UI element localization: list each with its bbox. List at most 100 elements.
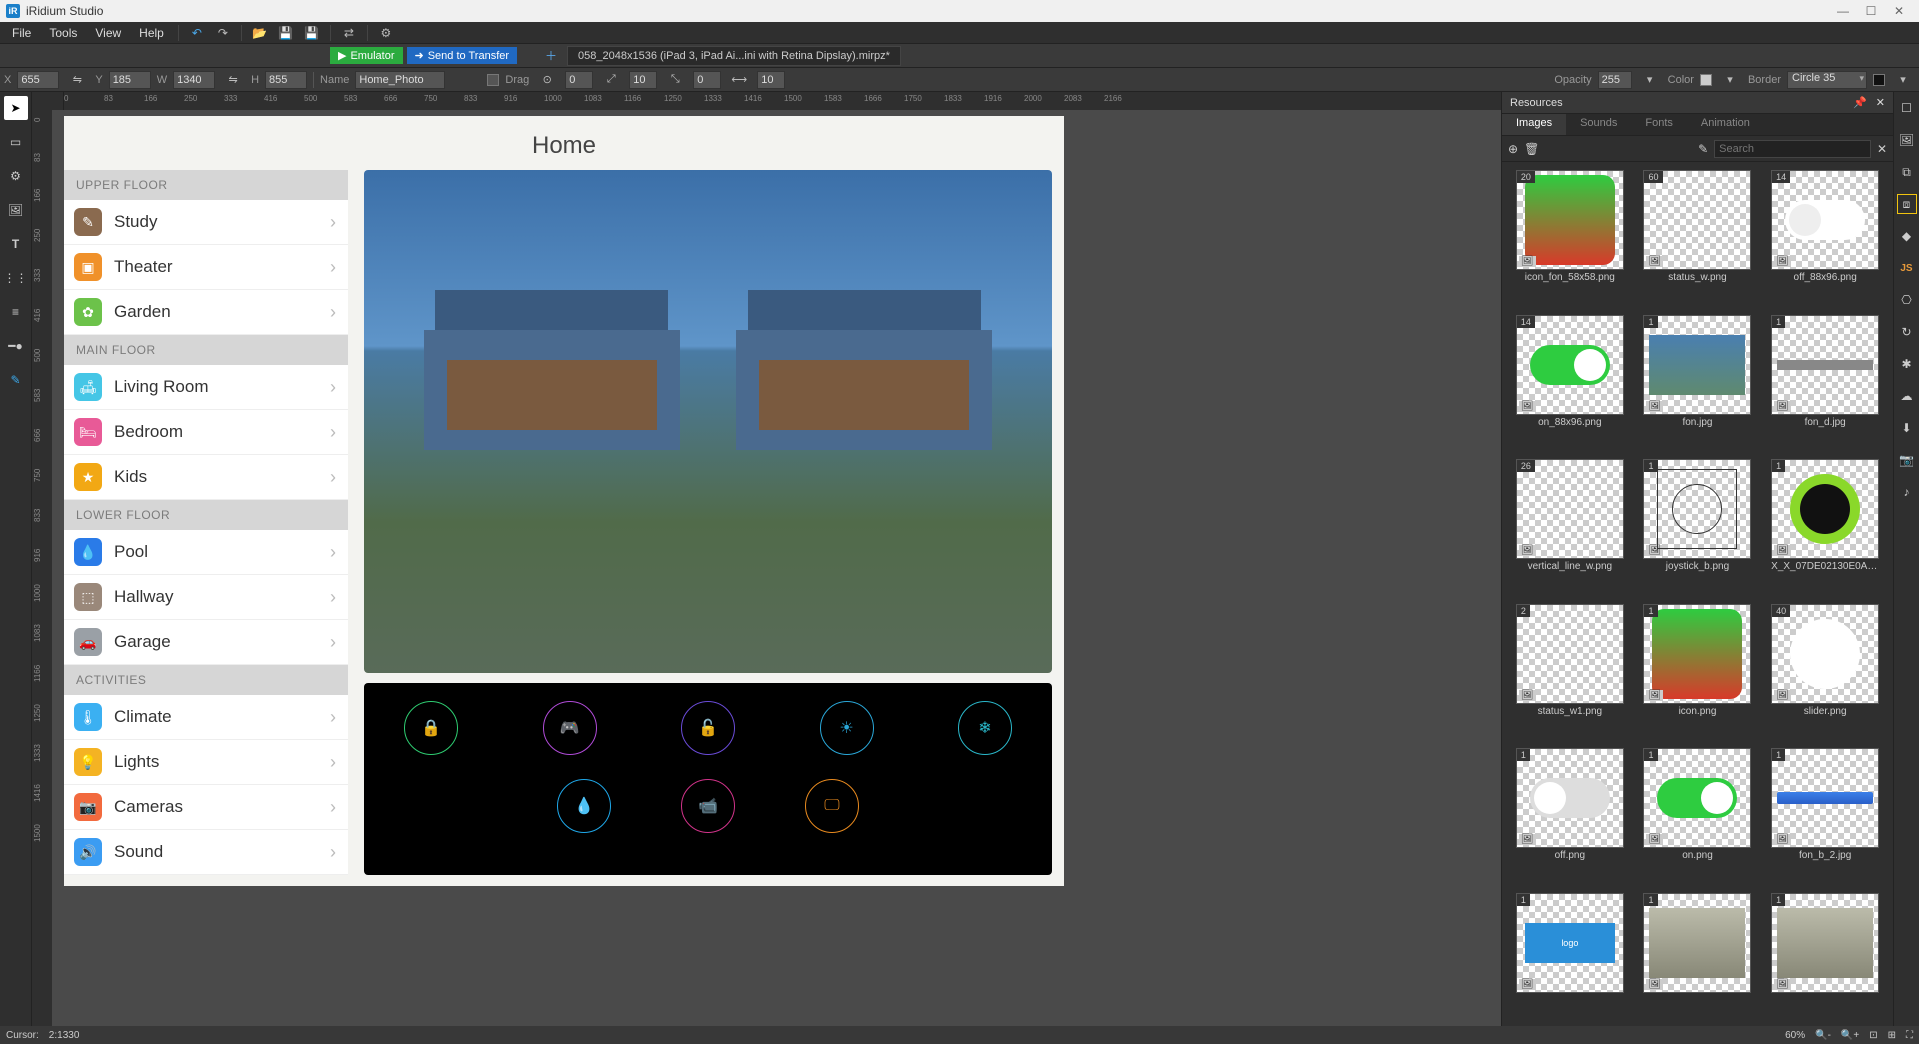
resource-thumbnail[interactable]: 2🖼	[1516, 604, 1624, 704]
resource-item[interactable]: 1🖼logo	[1510, 893, 1630, 1019]
rect-tool[interactable]: ▭	[4, 130, 28, 154]
layers-icon[interactable]: ⧉	[1897, 162, 1917, 182]
resource-item[interactable]: 1🖼off.png	[1510, 748, 1630, 885]
menu-item[interactable]: 📷Cameras	[64, 785, 348, 830]
settings-icon[interactable]: ⚙	[374, 22, 398, 44]
grid-tool[interactable]: ⋮⋮	[4, 266, 28, 290]
menu-item[interactable]: 🚗Garage	[64, 620, 348, 665]
zoom-in-icon[interactable]: 🔍+	[1841, 1030, 1859, 1041]
opacity-dropdown-icon[interactable]: ▾	[1638, 69, 1662, 91]
menu-view[interactable]: View	[87, 23, 129, 43]
resource-item[interactable]: 1🖼	[1765, 893, 1885, 1019]
resource-thumbnail[interactable]: 1🖼	[1643, 315, 1751, 415]
delete-resource-icon[interactable]: 🗑	[1524, 142, 1539, 156]
resource-item[interactable]: 20🖼icon_fon_58x58.png	[1510, 170, 1630, 307]
resource-thumbnail[interactable]: 1🖼	[1771, 748, 1879, 848]
menu-item[interactable]: 💧Pool	[64, 530, 348, 575]
shortcut-circle[interactable]: 📹	[681, 779, 735, 833]
resource-thumbnail[interactable]: 1🖼	[1643, 893, 1751, 993]
resource-thumbnail[interactable]: 1🖼	[1516, 748, 1624, 848]
opacity-input[interactable]	[1598, 71, 1632, 89]
drag-y-input[interactable]	[693, 71, 721, 89]
prop-x-input[interactable]	[17, 71, 59, 89]
fit-icon[interactable]: ⊡	[1869, 1030, 1877, 1041]
prop-w-input[interactable]	[173, 71, 215, 89]
prop-h-input[interactable]	[265, 71, 307, 89]
resource-item[interactable]: 14🖼off_88x96.png	[1765, 170, 1885, 307]
border-color-swatch[interactable]	[1873, 74, 1885, 86]
panel-pin-icon[interactable]: 📌	[1853, 97, 1867, 109]
send-to-transfer-button[interactable]: ➜ Send to Transfer	[407, 47, 518, 64]
music-icon[interactable]: ♪	[1897, 482, 1917, 502]
resource-thumbnail[interactable]: 1🖼	[1643, 459, 1751, 559]
resource-thumbnail[interactable]: 14🖼	[1516, 315, 1624, 415]
download-icon[interactable]: ⬇	[1897, 418, 1917, 438]
resource-item[interactable]: 26🖼vertical_line_w.png	[1510, 459, 1630, 596]
add-resource-icon[interactable]: ⊕	[1508, 142, 1518, 156]
panel-close-icon[interactable]: ✕	[1876, 97, 1885, 109]
menu-item[interactable]: ⬚Hallway	[64, 575, 348, 620]
resource-item[interactable]: 1🖼fon_b_2.jpg	[1765, 748, 1885, 885]
menu-help[interactable]: Help	[131, 23, 172, 43]
fullscreen-icon[interactable]: ⛶	[1906, 1030, 1913, 1041]
text-tool[interactable]: T	[4, 232, 28, 256]
pen-tool[interactable]: ✎	[4, 368, 28, 392]
menu-item[interactable]: 🌡Climate	[64, 695, 348, 740]
resources-tab[interactable]: Fonts	[1631, 114, 1687, 135]
name-input[interactable]	[355, 71, 445, 89]
resource-item[interactable]: 14🖼on_88x96.png	[1510, 315, 1630, 452]
menu-tools[interactable]: Tools	[41, 23, 85, 43]
menu-item[interactable]: ★Kids	[64, 455, 348, 500]
design-canvas[interactable]: Home UPPER FLOOR✎Study▣Theater✿GardenMAI…	[64, 116, 1064, 886]
color-swatch[interactable]	[1700, 74, 1712, 86]
windows-icon[interactable]: ☐	[1897, 98, 1917, 118]
new-tab-icon[interactable]: ＋	[539, 45, 563, 67]
menu-item[interactable]: ▣Theater	[64, 245, 348, 290]
redo-icon[interactable]: ↷	[211, 22, 235, 44]
resource-thumbnail[interactable]: 1🖼	[1771, 893, 1879, 993]
resource-item[interactable]: 1🖼	[1638, 893, 1758, 1019]
nav-icon[interactable]: ⎔	[1897, 290, 1917, 310]
menu-item[interactable]: ✿Garden	[64, 290, 348, 335]
shortcut-circle[interactable]: 🔓	[681, 701, 735, 755]
resource-item[interactable]: 1🖼on.png	[1638, 748, 1758, 885]
prop-y-input[interactable]	[109, 71, 151, 89]
resource-thumbnail[interactable]: 26🖼	[1516, 459, 1624, 559]
link-wh-icon[interactable]: ⇋	[221, 69, 245, 91]
undo-icon[interactable]: ↶	[185, 22, 209, 44]
resource-thumbnail[interactable]: 1🖼	[1643, 748, 1751, 848]
align-tool[interactable]: ≡	[4, 300, 28, 324]
resource-item[interactable]: 1🖼joystick_b.png	[1638, 459, 1758, 596]
resource-thumbnail[interactable]: 1🖼	[1771, 315, 1879, 415]
shortcut-circle[interactable]: 🔒	[404, 701, 458, 755]
shapes-icon[interactable]: ◆	[1897, 226, 1917, 246]
gear-tool[interactable]: ⚙	[4, 164, 28, 188]
grid-snap-icon[interactable]: ⊞	[1888, 1030, 1896, 1041]
image-tool[interactable]: 🖼	[4, 198, 28, 222]
drag-w-input[interactable]	[757, 71, 785, 89]
resource-thumbnail[interactable]: 14🖼	[1771, 170, 1879, 270]
resource-item[interactable]: 1🖼X_X_07DE02130E0A2C2C9...	[1765, 459, 1885, 596]
resources-grid[interactable]: 20🖼icon_fon_58x58.png60🖼status_w.png14🖼o…	[1502, 162, 1893, 1026]
shortcut-circle[interactable]: 💧	[557, 779, 611, 833]
shortcut-circle[interactable]: ❄	[958, 701, 1012, 755]
resource-thumbnail[interactable]: 1🖼logo	[1516, 893, 1624, 993]
canvas-viewport[interactable]: Home UPPER FLOOR✎Study▣Theater✿GardenMAI…	[52, 110, 1501, 1026]
window-close[interactable]: ✕	[1885, 0, 1913, 22]
menu-item[interactable]: 🛋Living Room	[64, 365, 348, 410]
selected-panel-icon[interactable]: ⧈	[1897, 194, 1917, 214]
resource-item[interactable]: 1🖼fon_d.jpg	[1765, 315, 1885, 452]
menu-item[interactable]: 🛏Bedroom	[64, 410, 348, 455]
cloud-icon[interactable]: ☁	[1897, 386, 1917, 406]
open-folder-icon[interactable]: 📂	[248, 22, 272, 44]
save-icon[interactable]: 💾	[274, 22, 298, 44]
js-icon[interactable]: JS	[1897, 258, 1917, 278]
refresh-icon[interactable]: ↻	[1897, 322, 1917, 342]
slider-tool[interactable]: ━●	[4, 334, 28, 358]
window-minimize[interactable]: —	[1829, 0, 1857, 22]
search-clear-icon[interactable]: ✕	[1877, 142, 1887, 156]
resources-tab[interactable]: Images	[1502, 114, 1566, 135]
resources-tab[interactable]: Animation	[1687, 114, 1764, 135]
network-icon[interactable]: ✱	[1897, 354, 1917, 374]
resource-item[interactable]: 2🖼status_w1.png	[1510, 604, 1630, 741]
